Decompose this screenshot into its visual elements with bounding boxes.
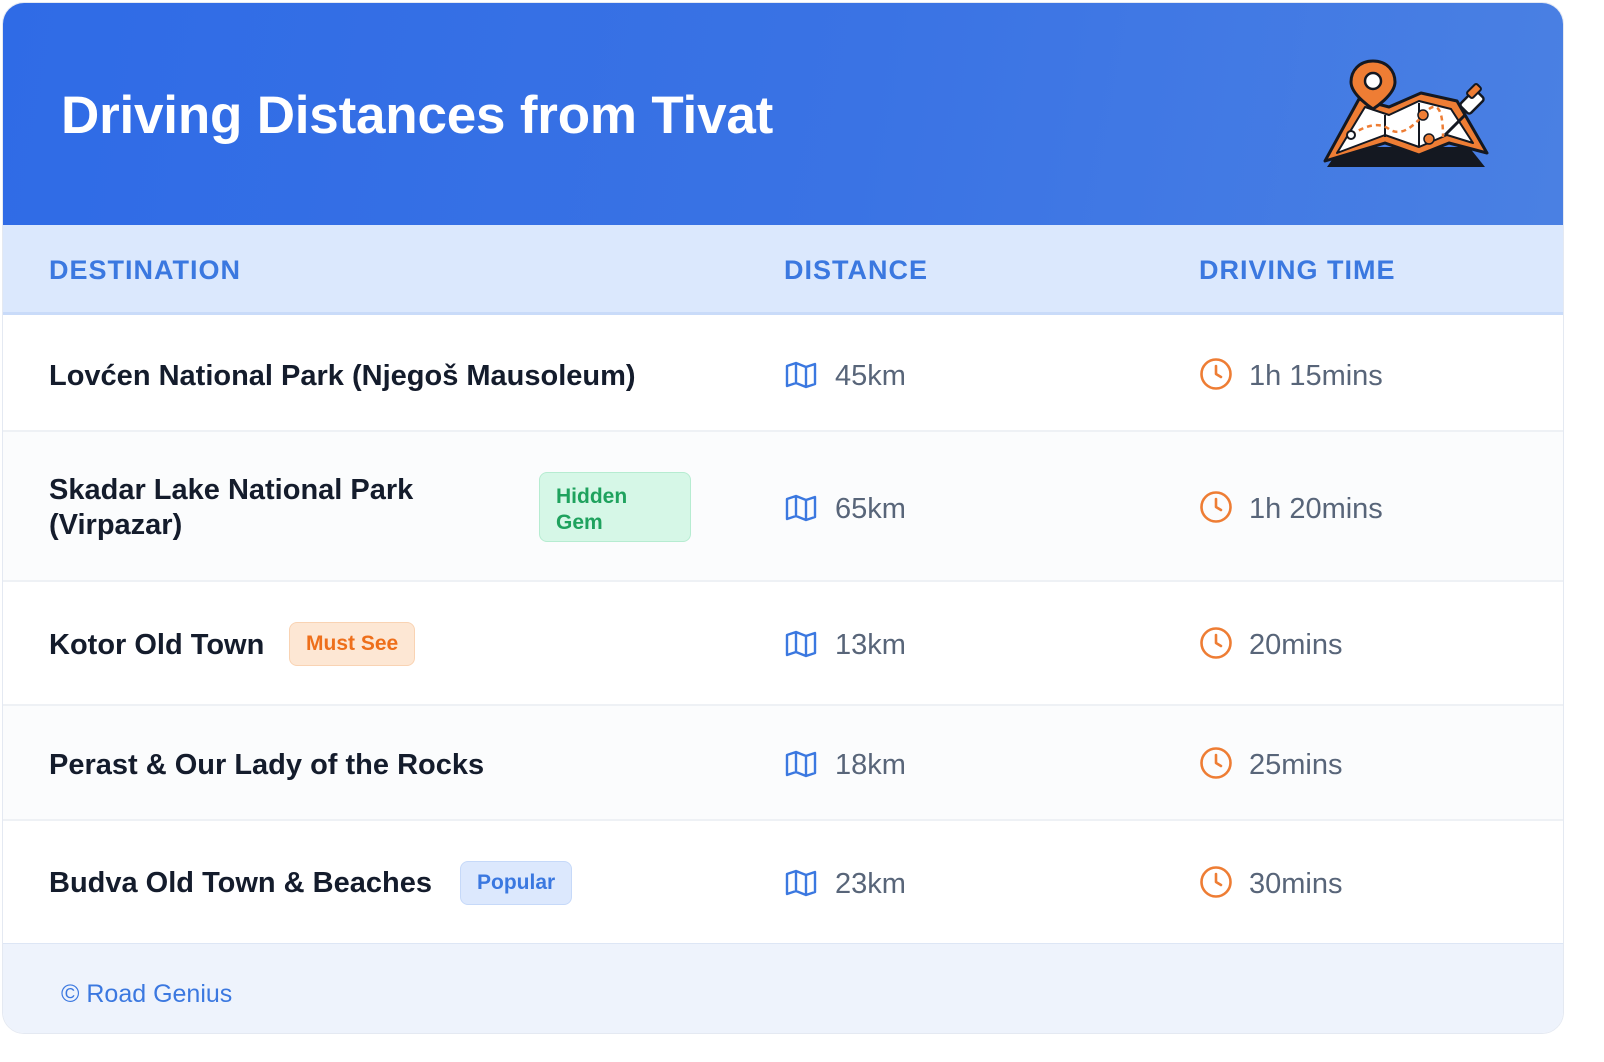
clock-icon [1200, 747, 1232, 779]
distance-value: 18km [835, 749, 906, 781]
table-row: Kotor Old Town Must See 13km 20mins [3, 582, 1563, 706]
distance-value: 45km [835, 360, 906, 392]
card-header: Driving Distances from Tivat [3, 3, 1563, 225]
footer-credit[interactable]: © Road Genius [61, 980, 232, 1009]
clock-icon [1200, 358, 1232, 390]
table-row: Lovćen National Park (Njegoš Mausoleum) … [3, 315, 1563, 432]
column-header-destination[interactable]: DESTINATION [49, 255, 241, 286]
destination-name: Budva Old Town & Beaches [49, 867, 432, 899]
distance-value: 13km [835, 629, 906, 661]
table-row: Skadar Lake National Park (Virpazar) Hid… [3, 432, 1563, 582]
table-row: Perast & Our Lady of the Rocks 18km 25mi… [3, 706, 1563, 821]
destination-name: Lovćen National Park (Njegoš Mausoleum) [49, 360, 636, 392]
column-header-distance[interactable]: DISTANCE [784, 255, 928, 286]
driving-time-value: 1h 15mins [1249, 360, 1383, 392]
hidden-gem-badge: Hidden Gem [539, 472, 691, 542]
popular-badge: Popular [460, 861, 573, 905]
table-header: DESTINATION DISTANCE DRIVING TIME [3, 225, 1563, 315]
map-with-pin-icon [1323, 59, 1489, 167]
map-icon [785, 750, 817, 778]
must-see-badge: Must See [289, 622, 416, 666]
driving-time-value: 20mins [1249, 629, 1343, 661]
distance-card: Driving Distances from Tivat DESTINATION… [2, 2, 1564, 1034]
card-footer: © Road Genius [3, 943, 1563, 1033]
driving-time-value: 1h 20mins [1249, 493, 1383, 525]
distance-value: 23km [835, 868, 906, 900]
destination-name: Skadar Lake National Park (Virpazar) [49, 474, 414, 541]
column-header-driving-time[interactable]: DRIVING TIME [1199, 255, 1396, 286]
map-icon [785, 869, 817, 897]
destination-name: Perast & Our Lady of the Rocks [49, 749, 485, 781]
map-icon [785, 361, 817, 389]
map-icon [785, 494, 817, 522]
driving-time-value: 25mins [1249, 749, 1343, 781]
map-icon [785, 630, 817, 658]
distance-value: 65km [835, 493, 906, 525]
table-row: Budva Old Town & Beaches Popular 23km 30… [3, 821, 1563, 943]
clock-icon [1200, 491, 1232, 523]
page-title: Driving Distances from Tivat [61, 86, 774, 145]
clock-icon [1200, 866, 1232, 898]
clock-icon [1200, 627, 1232, 659]
destination-name: Kotor Old Town [49, 629, 265, 661]
driving-time-value: 30mins [1249, 868, 1343, 900]
